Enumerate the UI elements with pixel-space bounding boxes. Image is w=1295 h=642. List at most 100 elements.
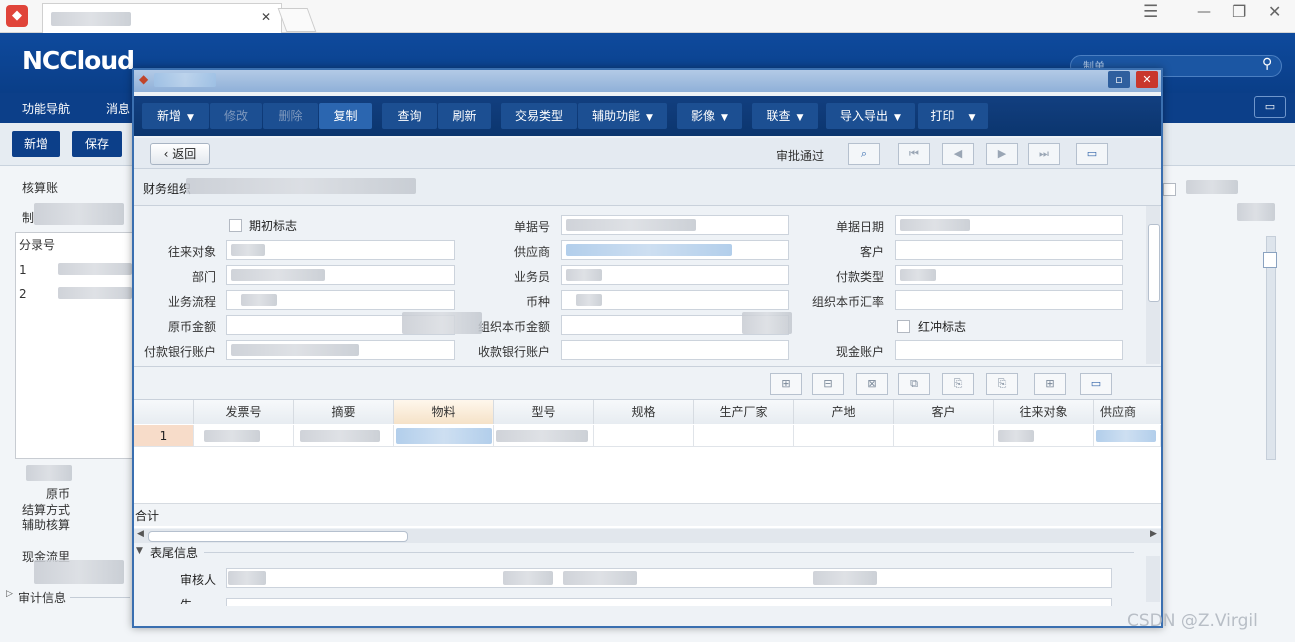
scroll-right-icon[interactable]: ▶ [1150, 529, 1157, 539]
insert-row-icon[interactable]: ⊟ [812, 373, 844, 395]
tb-query-button[interactable]: 查询 [382, 103, 437, 129]
bg-save-button[interactable]: 保存 [72, 131, 122, 157]
recv-bank-account-field[interactable] [561, 340, 789, 360]
col-material[interactable]: 物料 [394, 400, 494, 424]
table-cell[interactable] [194, 425, 294, 447]
col-origin[interactable]: 产地 [794, 400, 894, 424]
pay-type-field[interactable] [895, 265, 1123, 285]
table-cell[interactable] [394, 425, 494, 447]
bg-scrollbar[interactable] [1266, 236, 1276, 460]
tb-delete-button[interactable]: 删除 [263, 103, 318, 129]
grid-scroll-thumb[interactable] [148, 531, 408, 542]
delete-row-icon[interactable]: ⊠ [856, 373, 888, 395]
counterparty-label: 往来对象 [167, 245, 216, 259]
bg-scroll-thumb[interactable] [1263, 252, 1277, 268]
footer-second-label: 生 [180, 596, 192, 604]
customer-field[interactable] [895, 240, 1123, 260]
table-cell[interactable] [694, 425, 794, 447]
browser-tab[interactable]: ✕ [42, 3, 282, 33]
bg-expand-icon[interactable]: ▷ [6, 589, 13, 599]
salesman-field[interactable] [561, 265, 789, 285]
department-field[interactable] [226, 265, 455, 285]
menu-icon[interactable]: ☰ [1143, 2, 1158, 22]
brand-logo: NCCloud [22, 46, 135, 75]
fullscreen-icon[interactable]: ▭ [1254, 96, 1286, 118]
bg-row-1: 1 [19, 263, 27, 277]
collapse-icon[interactable]: ▼ [136, 546, 143, 556]
last-record-icon[interactable]: ⏭ [1028, 143, 1060, 165]
tb-copy-button[interactable]: 复制 [319, 103, 372, 129]
dialog-close-icon[interactable]: ✕ [1136, 71, 1158, 88]
nav-messages[interactable]: 消息 [106, 100, 130, 117]
footer-scrollbar[interactable] [1146, 556, 1160, 602]
table-cell[interactable] [494, 425, 594, 447]
table-cell[interactable] [794, 425, 894, 447]
restore-icon[interactable]: ❐ [1232, 2, 1246, 21]
red-flag-checkbox[interactable] [897, 320, 910, 333]
tb-refresh-button[interactable]: 刷新 [438, 103, 491, 129]
table-view-icon[interactable]: ⊞ [1034, 373, 1066, 395]
dialog-titlebar[interactable] [134, 70, 1161, 92]
nav-function-menu[interactable]: 功能导航 [22, 100, 70, 117]
paste-row-icon[interactable]: ⎘ [942, 373, 974, 395]
col-supplier[interactable]: 供应商 [1094, 400, 1161, 424]
table-cell[interactable] [294, 425, 394, 447]
bg-checkbox[interactable] [1163, 183, 1176, 196]
tb-add-button[interactable]: 新增 ▼ [142, 103, 209, 129]
copy-row-icon[interactable]: ⧉ [898, 373, 930, 395]
table-cell[interactable] [1094, 425, 1161, 447]
attachment-icon[interactable]: ⌕ [848, 143, 880, 165]
bill-no-field[interactable] [561, 215, 789, 235]
currency-field[interactable] [561, 290, 789, 310]
minimize-icon[interactable]: — [1197, 4, 1211, 20]
footer-second-field[interactable] [226, 598, 1112, 606]
counterparty-field[interactable] [226, 240, 455, 260]
col-summary[interactable]: 摘要 [294, 400, 394, 424]
tab-close-icon[interactable]: ✕ [261, 10, 271, 24]
table-cell[interactable] [594, 425, 694, 447]
col-counterparty[interactable]: 往来对象 [994, 400, 1094, 424]
bg-add-button[interactable]: 新增 [12, 131, 60, 157]
col-spec[interactable]: 规格 [594, 400, 694, 424]
card-view-icon[interactable]: ▭ [1076, 143, 1108, 165]
blurred-value [503, 571, 553, 585]
opening-flag-checkbox[interactable] [229, 219, 242, 232]
next-record-icon[interactable]: ▶ [986, 143, 1018, 165]
form-scroll-thumb[interactable] [1148, 224, 1160, 302]
footer-section-title[interactable]: 表尾信息 [150, 544, 198, 561]
add-row-icon[interactable]: ⊞ [770, 373, 802, 395]
tb-edit-button[interactable]: 修改 [210, 103, 262, 129]
cash-account-field[interactable] [895, 340, 1123, 360]
org-local-rate-field[interactable] [895, 290, 1123, 310]
tb-transaction-type-button[interactable]: 交易类型 [501, 103, 577, 129]
window-close-icon[interactable]: ✕ [1268, 2, 1281, 21]
bg-maker-blurred [34, 203, 124, 225]
tb-import-export-button[interactable]: 导入导出 ▼ [826, 103, 915, 129]
table-cell[interactable] [994, 425, 1094, 447]
col-invoice-no[interactable]: 发票号 [194, 400, 294, 424]
col-model[interactable]: 型号 [494, 400, 594, 424]
table-cell[interactable] [894, 425, 994, 447]
card-view-icon[interactable]: ▭ [1080, 373, 1112, 395]
col-manufacturer[interactable]: 生产厂家 [694, 400, 794, 424]
bill-date-field[interactable] [895, 215, 1123, 235]
tb-image-button[interactable]: 影像 ▼ [677, 103, 742, 129]
pay-bank-account-field[interactable] [226, 340, 455, 360]
search-icon[interactable]: ⚲ [1262, 56, 1272, 72]
row-number[interactable]: 1 [134, 425, 194, 447]
reviewer-field[interactable] [226, 568, 1112, 588]
grid-total-row [134, 503, 1161, 526]
tb-linked-query-button[interactable]: 联查 ▼ [752, 103, 818, 129]
recv-bank-account-label: 收款银行账户 [477, 345, 550, 359]
first-record-icon[interactable]: ⏮ [898, 143, 930, 165]
scroll-left-icon[interactable]: ◀ [137, 529, 144, 539]
business-flow-field[interactable] [226, 290, 455, 310]
tb-aux-function-button[interactable]: 辅助功能 ▼ [578, 103, 667, 129]
paste-end-icon[interactable]: ⎘ [986, 373, 1018, 395]
col-customer[interactable]: 客户 [894, 400, 994, 424]
dialog-restore-icon[interactable]: ▫ [1108, 71, 1130, 88]
prev-record-icon[interactable]: ◀ [942, 143, 974, 165]
supplier-field[interactable] [561, 240, 789, 260]
tb-print-button[interactable]: 打印 ▼ [918, 103, 988, 129]
back-button[interactable]: ‹ 返回 [150, 143, 210, 165]
